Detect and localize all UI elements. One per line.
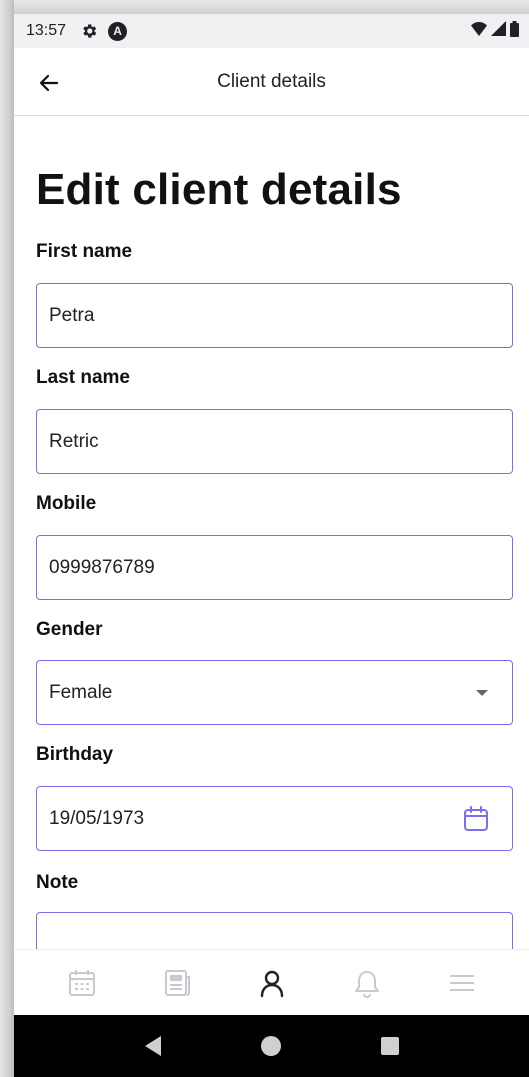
nav-clients[interactable] — [250, 961, 294, 1005]
first-name-label: First name — [36, 241, 133, 262]
mobile-field[interactable] — [36, 535, 513, 600]
system-home-button[interactable] — [251, 1026, 291, 1066]
back-button[interactable] — [34, 68, 64, 98]
gender-select[interactable]: Female — [36, 660, 513, 725]
calendar-picker-icon[interactable] — [462, 805, 490, 833]
arrow-left-icon — [37, 71, 61, 95]
status-right-icons — [471, 20, 519, 42]
birthday-label: Birthday — [36, 744, 114, 765]
app-bar-title: Client details — [217, 70, 326, 92]
page-title: Edit client details — [36, 165, 402, 214]
gear-icon — [80, 22, 98, 40]
signal-icon — [491, 21, 506, 41]
device-bezel-left — [0, 0, 14, 1077]
chevron-down-icon — [476, 689, 488, 696]
circle-home-icon — [260, 1035, 282, 1057]
app-bar: Client details — [14, 48, 529, 116]
nav-news[interactable] — [155, 961, 199, 1005]
person-icon — [257, 968, 287, 998]
status-time: 13:57 — [26, 22, 67, 39]
mobile-input[interactable] — [49, 556, 500, 579]
device-frame: 13:57 A Client details Edit client detai… — [0, 0, 529, 1077]
birthday-value: 19/05/1973 — [49, 807, 145, 829]
mobile-label: Mobile — [36, 493, 97, 514]
device-bezel-top — [0, 0, 529, 14]
bottom-navigation — [14, 949, 529, 1015]
status-bar: 13:57 A — [14, 14, 529, 48]
last-name-field[interactable] — [36, 409, 513, 474]
phone-screen: 13:57 A Client details Edit client detai… — [14, 14, 529, 1077]
gender-selected-value: Female — [49, 681, 113, 703]
nav-menu[interactable] — [440, 961, 484, 1005]
nav-calendar[interactable] — [60, 961, 104, 1005]
last-name-input[interactable] — [49, 430, 500, 453]
first-name-input[interactable] — [49, 304, 500, 327]
accessibility-a-icon: A — [108, 21, 128, 41]
square-recents-icon — [380, 1036, 400, 1056]
note-label: Note — [36, 872, 79, 893]
system-recents-button[interactable] — [370, 1026, 410, 1066]
system-back-button[interactable] — [133, 1026, 173, 1066]
triangle-back-icon — [143, 1035, 163, 1057]
edit-form: Edit client details First name Last name… — [14, 117, 529, 992]
last-name-label: Last name — [36, 367, 130, 388]
bell-icon — [352, 968, 382, 998]
battery-icon — [510, 20, 519, 42]
birthday-field[interactable]: 19/05/1973 — [36, 786, 513, 851]
calendar-icon — [67, 968, 97, 998]
newspaper-icon — [162, 968, 192, 998]
system-navigation-bar — [14, 1015, 529, 1077]
first-name-field[interactable] — [36, 283, 513, 348]
wifi-icon — [471, 21, 487, 41]
gender-label: Gender — [36, 619, 103, 640]
menu-icon — [447, 968, 477, 998]
nav-notifications[interactable] — [345, 961, 389, 1005]
